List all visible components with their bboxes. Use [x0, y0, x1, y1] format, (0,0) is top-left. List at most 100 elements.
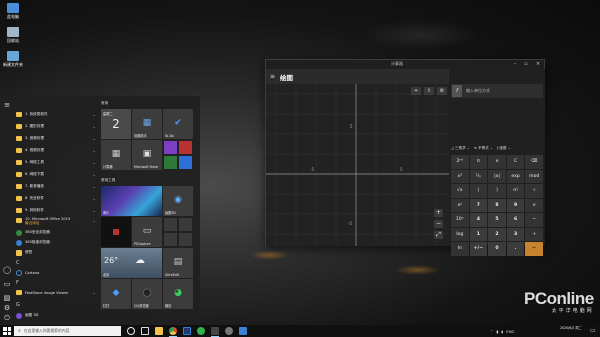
mini-tile[interactable] — [179, 141, 192, 154]
key-add[interactable]: + — [525, 227, 543, 241]
todo-tile[interactable]: ✔ To-Do — [163, 109, 193, 139]
dingtalk-tile[interactable]: ◆ 钉钉 — [101, 279, 131, 309]
desktop-icon-folder[interactable]: 新建文件夹 — [2, 51, 24, 68]
pictures-icon[interactable]: ▨ — [3, 294, 11, 302]
tab-trigonometry[interactable]: ◿ 三角学 ⌄ — [451, 146, 470, 151]
ultraedit-tile[interactable]: ▤ UltraEdit — [163, 248, 193, 278]
key-5[interactable]: 5 — [488, 213, 506, 227]
weather-tile[interactable]: 26° ☁ 北京 — [101, 248, 162, 278]
wechat-icon[interactable] — [197, 327, 205, 335]
key-multiply[interactable]: × — [525, 198, 543, 212]
volume-icon[interactable]: ◖ — [501, 329, 503, 334]
input-language[interactable]: ENG — [506, 329, 514, 334]
app-list-item[interactable]: 画图 3D — [16, 310, 96, 321]
pscapture-tile[interactable]: ▭ PSCapture — [132, 217, 162, 247]
document-icon[interactable]: ▭ — [3, 280, 11, 288]
tab-inequality[interactable]: ≤ 不等式 ⌄ — [474, 146, 493, 151]
equation-row[interactable]: f 输入单位方式 — [451, 84, 543, 98]
mini-tile[interactable] — [179, 156, 192, 169]
chrome-icon[interactable] — [169, 327, 177, 335]
key-backspace[interactable]: ⌫ — [525, 155, 543, 169]
mini-tile[interactable] — [164, 218, 177, 231]
minimize-button[interactable]: – — [511, 61, 519, 67]
mini-tile[interactable] — [179, 218, 192, 231]
start-button[interactable] — [3, 327, 11, 335]
key-second[interactable]: 2ⁿᵈ — [451, 155, 469, 169]
mini-tile[interactable] — [164, 156, 177, 169]
mini-tile[interactable] — [179, 233, 192, 246]
key-exp[interactable]: exp — [506, 169, 525, 183]
key-power[interactable]: xʸ — [451, 198, 469, 212]
key-0[interactable]: 0 — [488, 242, 506, 256]
key-close-paren[interactable]: ) — [488, 184, 506, 198]
key-negate[interactable]: +/− — [469, 242, 488, 256]
key-e[interactable]: e — [488, 155, 506, 169]
app-list-item[interactable]: 1. 系统类软件 ⌄ — [16, 109, 96, 120]
settings-icon[interactable] — [225, 327, 233, 335]
settings-assistant-tile[interactable]: ▦ 设置助手 — [132, 109, 162, 139]
calculator-icon[interactable] — [211, 327, 219, 335]
key-decimal[interactable]: . — [506, 242, 525, 256]
hamburger-icon[interactable]: ≡ — [3, 101, 11, 109]
key-clear[interactable]: C — [506, 155, 525, 169]
notification-icon[interactable]: ▭ — [590, 327, 596, 334]
mail-icon[interactable] — [239, 327, 247, 335]
zoom-in-button[interactable]: + — [434, 209, 443, 217]
key-log[interactable]: log — [451, 227, 469, 241]
app-list-item[interactable]: FastStone Image Viewer ⌄ — [16, 287, 96, 298]
mini-tile[interactable] — [164, 141, 177, 154]
maximize-button[interactable]: ▫ — [522, 61, 530, 67]
trace-icon[interactable]: ⌖ — [411, 87, 421, 95]
key-open-paren[interactable]: ( — [469, 184, 488, 198]
key-subtract[interactable]: − — [525, 213, 543, 227]
desktop-icon-recycle-bin[interactable]: 回收站 — [2, 27, 24, 44]
graph-settings-icon[interactable]: ⚙ — [437, 87, 447, 95]
key-ln[interactable]: ln — [451, 242, 469, 256]
settings-icon[interactable]: ⚙ — [3, 304, 11, 312]
key-factorial[interactable]: n! — [506, 184, 525, 198]
chevron-up-icon[interactable]: ⌃ — [490, 329, 493, 334]
network-icon[interactable]: ▮ — [496, 329, 498, 334]
key-pi[interactable]: π — [469, 155, 488, 169]
mini-tile[interactable] — [164, 233, 177, 246]
key-9[interactable]: 9 — [506, 198, 525, 212]
wechat-tile[interactable]: ◕ 微信 — [163, 279, 193, 309]
app-list-item[interactable]: 6. 网络下载 ⌄ — [16, 169, 96, 180]
key-sqrt[interactable]: √x — [451, 184, 469, 198]
dark-tile[interactable] — [101, 217, 131, 247]
key-enter[interactable]: ↵ — [525, 242, 543, 256]
key-mod[interactable]: mod — [525, 169, 543, 183]
key-abs[interactable]: |x| — [488, 169, 506, 183]
key-4[interactable]: 4 — [469, 213, 488, 227]
search-box[interactable]: ⌕ 在这里输入你要搜索的内容 — [14, 326, 121, 336]
app-list-item[interactable]: 3. 音频处理 ⌄ — [16, 133, 96, 144]
app-list-item[interactable]: 5. 网络工具 ⌄ — [16, 157, 96, 168]
share-icon[interactable]: ⇪ — [424, 87, 434, 95]
hamburger-icon[interactable]: ≡ — [270, 73, 275, 80]
app-list-item[interactable]: 4. 视频处理 ⌄ — [16, 145, 96, 156]
key-reciprocal[interactable]: ¹/ₓ — [469, 169, 488, 183]
power-icon[interactable]: ⏻ — [3, 314, 11, 322]
calculator-tile[interactable]: ▦ 计算器 — [101, 140, 131, 170]
key-3[interactable]: 3 — [506, 227, 525, 241]
key-8[interactable]: 8 — [488, 198, 506, 212]
app-list-item[interactable]: 2. 图形处理 ⌄ — [16, 121, 96, 132]
key-divide[interactable]: ÷ — [525, 184, 543, 198]
calendar-tile[interactable]: 星期二 2 — [101, 109, 131, 139]
file-explorer-icon[interactable] — [155, 327, 163, 335]
key-ten-power[interactable]: 10ˣ — [451, 213, 469, 227]
app-list-letter[interactable]: G — [16, 299, 96, 310]
photos-tile[interactable]: 照片 — [101, 186, 162, 216]
cortana-icon[interactable] — [127, 327, 135, 335]
app-list-item[interactable]: 10. Microsoft Office 2019 最近添加 ⌄ — [16, 214, 96, 227]
store-tile[interactable]: ▣ Microsoft Store — [132, 140, 162, 170]
zoom-out-button[interactable]: − — [434, 220, 443, 228]
key-7[interactable]: 7 — [469, 198, 488, 212]
desktop-icon-computer[interactable]: 此电脑 — [2, 3, 24, 20]
key-2[interactable]: 2 — [488, 227, 506, 241]
clock[interactable]: 2020/6/2 周二 — [560, 326, 582, 331]
window-titlebar[interactable]: 计算器 – ▫ × — [266, 60, 544, 69]
key-1[interactable]: 1 — [469, 227, 488, 241]
qq-browser-tile[interactable]: ● QQ浏览器 — [132, 279, 162, 309]
app-list-item[interactable]: 7. 影音播放 ⌄ — [16, 181, 96, 192]
